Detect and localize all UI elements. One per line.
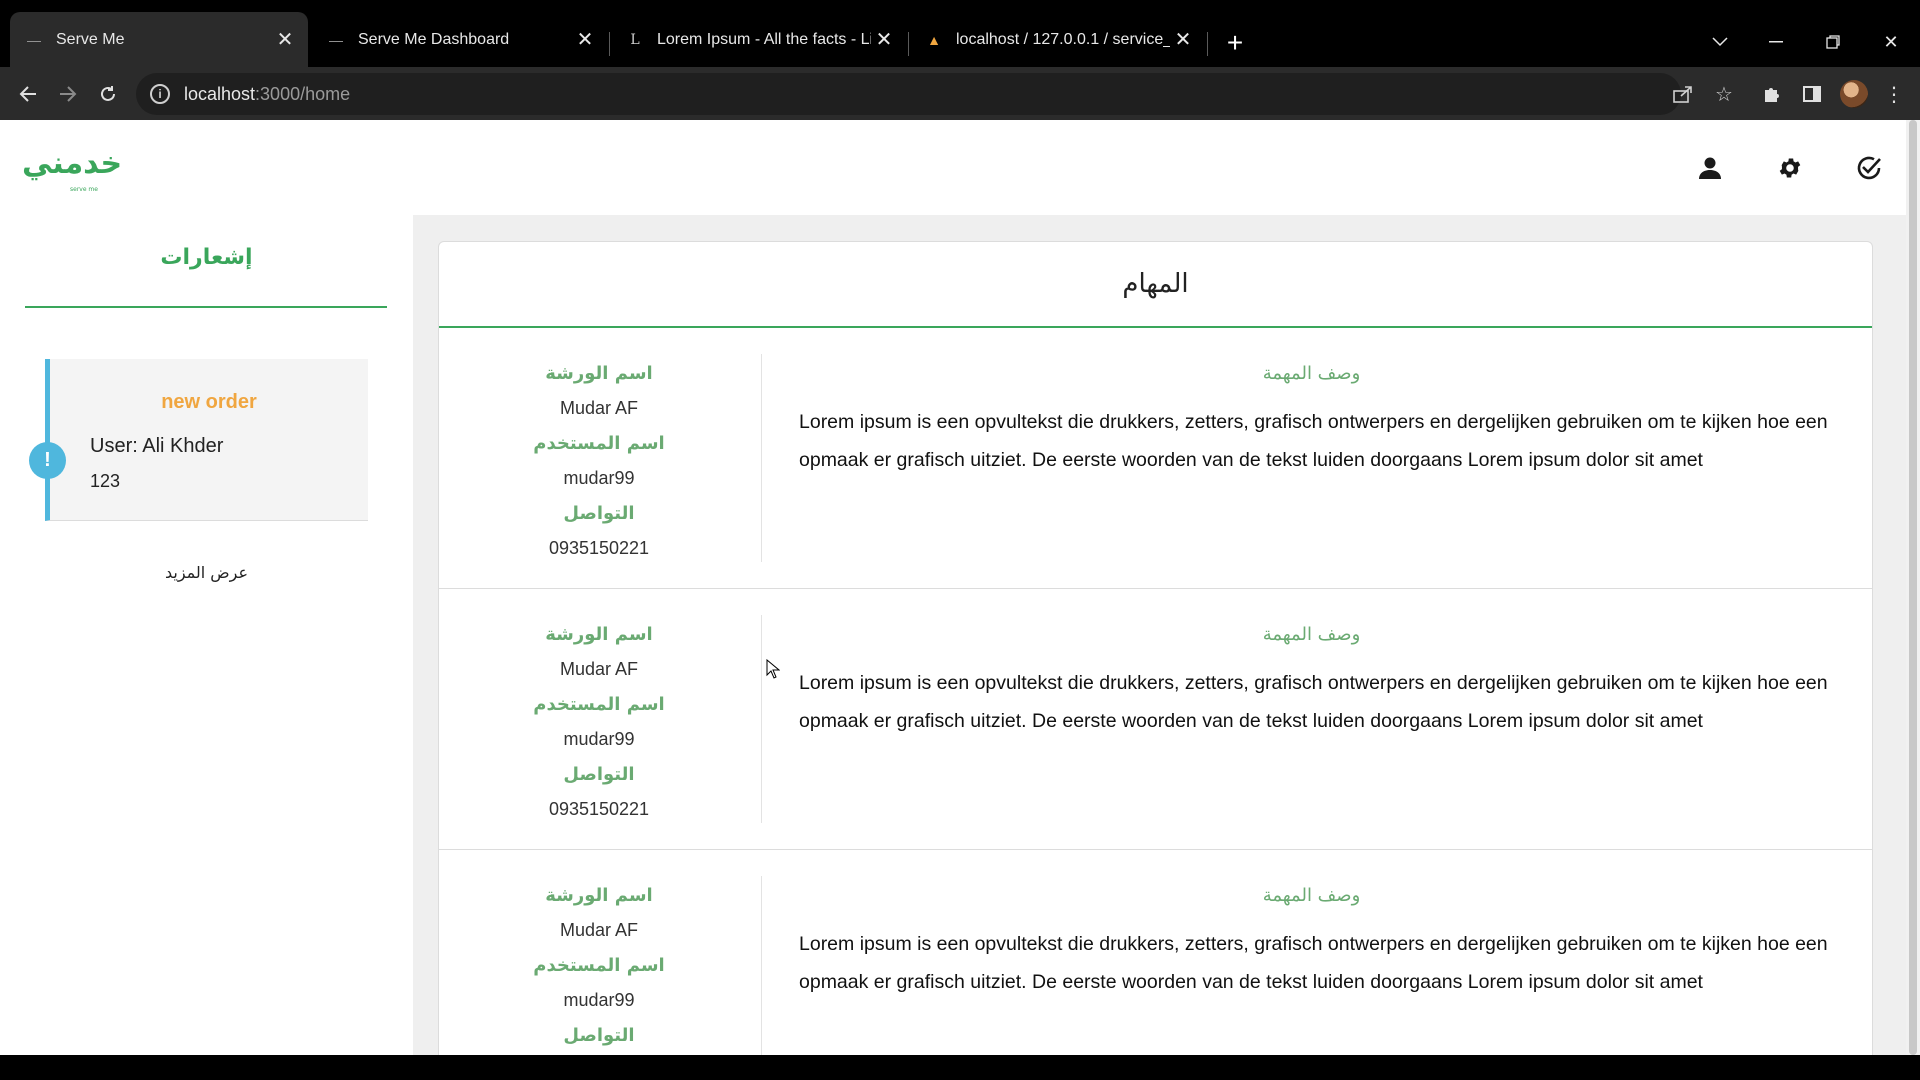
username-label: اسم المستخدم	[533, 433, 665, 454]
app-header: خدمني serve me	[0, 120, 1906, 215]
contact-label: التواصل	[563, 1025, 635, 1046]
username-label: اسم المستخدم	[533, 955, 665, 976]
bookmark-star-icon[interactable]: ☆	[1709, 79, 1739, 109]
url-text: localhost:3000/home	[184, 83, 351, 104]
tasks-title: المهام	[439, 242, 1872, 328]
task-description: Lorem ipsum is een opvultekst die drukke…	[799, 411, 1828, 471]
task-description-label: وصف المهمة	[1262, 363, 1361, 384]
tab-favicon-icon: —	[27, 31, 41, 48]
page-content: خدمني serve me إشعارات new order User: A…	[0, 120, 1906, 1055]
column-divider	[761, 615, 762, 823]
back-arrow-icon[interactable]	[12, 78, 44, 110]
tab-title: localhost / 127.0.0.1 / service_m	[956, 30, 1170, 48]
username-value: mudar99	[563, 990, 635, 1010]
kebab-menu-icon[interactable]: ⋮	[1878, 78, 1910, 110]
username-value: mudar99	[563, 729, 635, 749]
new-tab-plus-icon[interactable]: +	[1220, 27, 1250, 58]
task-row: اسم الورشة Mudar AF اسم المستخدم mudar99…	[439, 850, 1872, 1055]
tasks-panel: المهام اسم الورشة Mudar AF اسم المستخدم …	[438, 241, 1873, 1055]
task-details: اسم الورشة Mudar AF اسم المستخدم mudar99…	[439, 617, 759, 827]
workshop-label: اسم الورشة	[545, 624, 653, 645]
window-close-icon[interactable]: ✕	[1871, 24, 1911, 60]
task-row: اسم الورشة Mudar AF اسم المستخدم mudar99…	[439, 589, 1872, 850]
close-icon[interactable]: ✕	[272, 27, 298, 53]
site-info-icon[interactable]: i	[150, 84, 170, 104]
restore-icon[interactable]	[1813, 24, 1853, 60]
close-icon[interactable]: ✕	[1170, 27, 1196, 53]
show-more-link[interactable]: عرض المزيد	[0, 563, 413, 582]
app-logo[interactable]: خدمني serve me	[22, 146, 122, 193]
address-bar[interactable]: i localhost:3000/home ☆	[136, 73, 1733, 115]
share-icon[interactable]	[1668, 79, 1698, 109]
contact-label: التواصل	[563, 503, 635, 524]
profile-avatar[interactable]	[1840, 80, 1868, 108]
close-icon[interactable]: ✕	[871, 27, 897, 53]
browser-tab-dashboard[interactable]: — Serve Me Dashboard ✕	[312, 12, 608, 67]
task-description-label: وصف المهمة	[1262, 624, 1361, 645]
tab-separator	[908, 32, 909, 56]
notifications-title: إشعارات	[160, 245, 253, 270]
task-description: Lorem ipsum is een opvultekst die drukke…	[799, 672, 1828, 732]
tab-separator	[1207, 32, 1208, 56]
task-check-icon[interactable]	[1849, 148, 1889, 188]
username-value: mudar99	[563, 468, 635, 488]
lipsum-favicon-icon: L	[630, 31, 640, 48]
notification-card[interactable]: new order User: Ali Khder 123	[45, 359, 368, 521]
extensions-puzzle-icon[interactable]	[1756, 78, 1788, 110]
mouse-cursor-icon	[766, 658, 781, 684]
close-icon[interactable]: ✕	[572, 27, 598, 53]
scrollbar-thumb[interactable]	[1909, 120, 1917, 1055]
workshop-label: اسم الورشة	[545, 885, 653, 906]
browser-toolbar: i localhost:3000/home ☆ ⋮	[0, 67, 1920, 120]
task-description-label: وصف المهمة	[1262, 885, 1361, 906]
title-underline	[25, 306, 387, 308]
column-divider	[761, 876, 762, 1055]
contact-value: 0935150221	[548, 538, 650, 558]
username-label: اسم المستخدم	[533, 694, 665, 715]
forward-arrow-icon[interactable]	[52, 78, 84, 110]
browser-tab-phpmyadmin[interactable]: ▲ localhost / 127.0.0.1 / service_m ✕	[910, 12, 1206, 67]
reload-icon[interactable]	[92, 78, 124, 110]
notification-body: 123	[90, 471, 121, 491]
tab-search-chevron-icon[interactable]	[1700, 24, 1740, 60]
workshop-value: Mudar AF	[559, 398, 639, 418]
column-divider	[761, 354, 762, 562]
browser-tab-lorem-ipsum[interactable]: L Lorem Ipsum - All the facts - Lip ✕	[611, 12, 907, 67]
workshop-value: Mudar AF	[559, 659, 639, 679]
tab-separator	[609, 32, 610, 56]
browser-tab-serve-me[interactable]: — Serve Me ✕	[10, 12, 308, 67]
logo-subtitle: serve me	[70, 186, 98, 193]
browser-tab-strip: — Serve Me ✕ — Serve Me Dashboard ✕ L Lo…	[0, 0, 1920, 67]
task-details: اسم الورشة Mudar AF اسم المستخدم mudar99…	[439, 878, 759, 1055]
workshop-value: Mudar AF	[559, 920, 639, 940]
workshop-label: اسم الورشة	[545, 363, 653, 384]
minimize-icon[interactable]	[1756, 24, 1796, 60]
notification-user: User: Ali Khder	[90, 435, 224, 457]
task-details: اسم الورشة Mudar AF اسم المستخدم mudar99…	[439, 356, 759, 566]
tab-title: Serve Me Dashboard	[358, 30, 510, 48]
phpmyadmin-favicon-icon: ▲	[927, 31, 941, 48]
notification-title: new order	[161, 391, 257, 413]
alert-exclamation-icon: !	[29, 442, 66, 479]
tab-favicon-icon: —	[329, 31, 343, 48]
contact-label: التواصل	[563, 764, 635, 785]
tab-title: Serve Me	[56, 30, 125, 48]
screen-bottom-bar	[0, 1055, 1920, 1080]
contact-value: 0935150221	[548, 799, 650, 819]
gear-icon[interactable]	[1770, 148, 1810, 188]
notifications-sidebar: إشعارات new order User: Ali Khder 123 ! …	[0, 215, 413, 1055]
side-panel-icon[interactable]	[1796, 78, 1828, 110]
user-icon[interactable]	[1690, 148, 1730, 188]
page-scrollbar[interactable]	[1906, 120, 1920, 1055]
task-description: Lorem ipsum is een opvultekst die drukke…	[799, 933, 1828, 993]
tab-title: Lorem Ipsum - All the facts - Lip	[657, 30, 871, 48]
task-row: اسم الورشة Mudar AF اسم المستخدم mudar99…	[439, 328, 1872, 589]
